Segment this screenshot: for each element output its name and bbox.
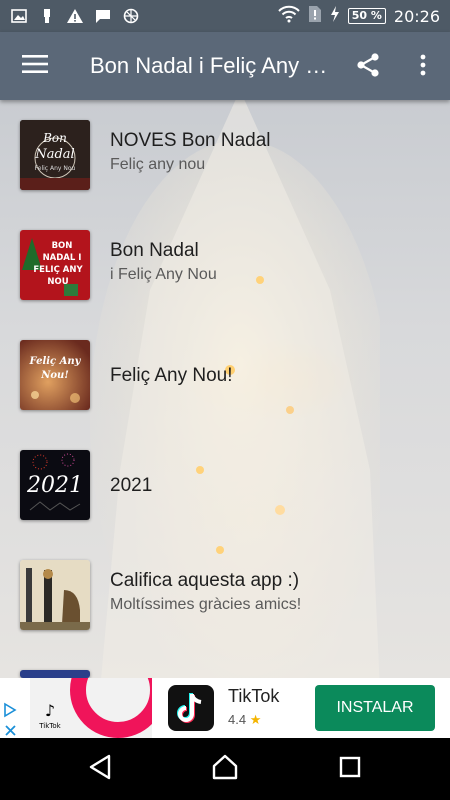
svg-text:BON: BON bbox=[52, 241, 73, 251]
item-title: Feliç Any Nou! bbox=[110, 365, 233, 386]
status-bar: 50 % 20:26 bbox=[0, 0, 450, 32]
clock: 20:26 bbox=[393, 6, 440, 26]
svg-text:Nou!: Nou! bbox=[40, 370, 68, 381]
app-bar: Bon Nadal i Feliç Any Nou bbox=[0, 32, 450, 100]
warning-icon bbox=[66, 7, 84, 25]
item-subtitle: Moltíssimes gràcies amics! bbox=[110, 596, 302, 613]
list-item-2021[interactable]: 2021 2021 bbox=[0, 430, 450, 540]
rating-value: 4.4 bbox=[228, 712, 247, 727]
charging-icon bbox=[330, 6, 340, 26]
item-subtitle: i Feliç Any Nou bbox=[110, 266, 217, 283]
svg-text:Feliç Any Nou: Feliç Any Nou bbox=[35, 165, 76, 172]
item-thumbnail: 2021 bbox=[20, 450, 90, 520]
item-subtitle: Feliç any nou bbox=[110, 156, 206, 173]
item-title: 2021 bbox=[110, 475, 153, 496]
install-button[interactable]: INSTALAR bbox=[315, 685, 435, 731]
wifi-icon bbox=[278, 5, 300, 27]
sim-icon bbox=[308, 5, 322, 27]
overflow-menu-button[interactable] bbox=[405, 49, 441, 85]
navigation-bar bbox=[0, 738, 450, 800]
list-item-felic-any-nou[interactable]: Feliç Any Nou! Feliç Any Nou! bbox=[0, 320, 450, 430]
svg-text:NADAL I: NADAL I bbox=[43, 253, 82, 263]
share-button[interactable] bbox=[350, 49, 386, 85]
item-title: Califica aquesta app :) bbox=[110, 570, 300, 591]
image-notification-icon bbox=[10, 7, 28, 25]
item-thumbnail bbox=[20, 560, 90, 630]
item-thumbnail: BON NADAL I FELIÇ ANY NOU bbox=[20, 230, 90, 300]
app-title: Bon Nadal i Feliç Any Nou bbox=[90, 53, 335, 78]
hamburger-icon bbox=[22, 54, 48, 78]
content-list[interactable]: Bon Nadal Feliç Any Nou NOVES Bon Nadal … bbox=[0, 100, 450, 678]
ad-app-name: TikTok bbox=[228, 686, 280, 706]
svg-text:♪: ♪ bbox=[45, 701, 55, 720]
svg-text:Nadal: Nadal bbox=[34, 147, 74, 162]
message-notification-icon bbox=[94, 7, 112, 25]
svg-text:NOU: NOU bbox=[47, 277, 68, 287]
recents-button[interactable] bbox=[333, 752, 367, 786]
svg-text:Bon: Bon bbox=[42, 131, 67, 145]
ad-thumbnail[interactable]: ♪ TikTok bbox=[30, 678, 152, 738]
item-title: NOVES Bon Nadal bbox=[110, 130, 271, 151]
back-triangle-icon bbox=[88, 754, 112, 784]
item-thumbnail: Bon Nadal Feliç Any Nou bbox=[20, 120, 90, 190]
recents-square-icon bbox=[339, 756, 361, 782]
more-vert-icon bbox=[420, 54, 426, 80]
svg-text:2021: 2021 bbox=[26, 473, 83, 498]
home-button[interactable] bbox=[208, 752, 242, 786]
partial-item-thumbnail bbox=[20, 670, 90, 678]
star-icon: ★ bbox=[249, 712, 262, 727]
usb-notification-icon bbox=[38, 7, 56, 25]
svg-text:TikTok: TikTok bbox=[38, 722, 61, 730]
svg-text:FELIÇ ANY: FELIÇ ANY bbox=[33, 265, 83, 275]
battery-indicator: 50 % bbox=[347, 8, 386, 24]
list-item-noves-bon-nadal[interactable]: Bon Nadal Feliç Any Nou NOVES Bon Nadal … bbox=[0, 100, 450, 210]
back-button[interactable] bbox=[83, 752, 117, 786]
ad-banner[interactable]: ♪ TikTok TikTok 4.4 ★ INSTALAR bbox=[0, 678, 450, 738]
item-title: Bon Nadal bbox=[110, 240, 199, 261]
svg-text:Feliç Any: Feliç Any bbox=[29, 356, 82, 367]
ad-rating: 4.4 ★ bbox=[228, 712, 261, 728]
ad-choices-icon[interactable] bbox=[2, 680, 20, 736]
home-icon bbox=[212, 754, 238, 784]
menu-button[interactable] bbox=[0, 32, 70, 100]
list-item-bon-nadal[interactable]: BON NADAL I FELIÇ ANY NOU Bon Nadal i Fe… bbox=[0, 210, 450, 320]
share-icon bbox=[355, 52, 381, 82]
item-thumbnail: Feliç Any Nou! bbox=[20, 340, 90, 410]
tiktok-app-icon[interactable] bbox=[168, 685, 214, 731]
ball-notification-icon bbox=[122, 7, 140, 25]
list-item-rate-app[interactable]: Califica aquesta app :) Moltíssimes gràc… bbox=[0, 540, 450, 650]
